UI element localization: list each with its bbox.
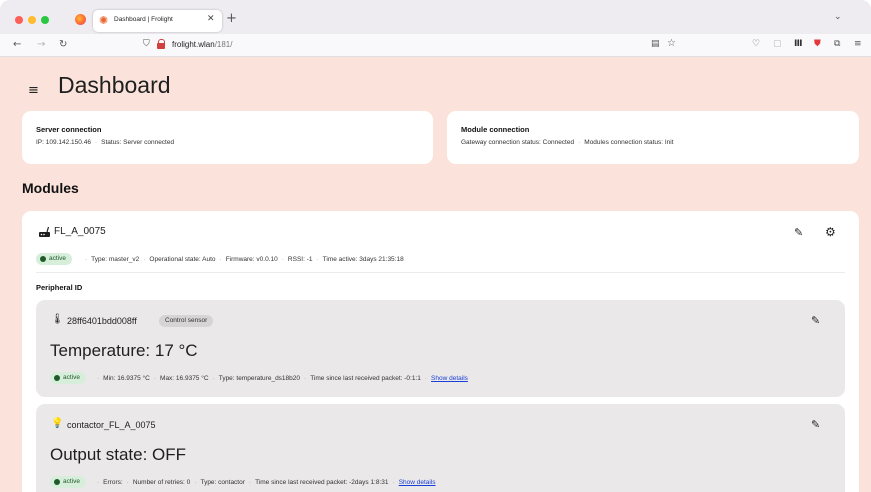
separator-dot: · bbox=[143, 256, 146, 263]
separator-dot: · bbox=[424, 375, 428, 382]
new-tab-button[interactable]: + bbox=[226, 11, 237, 26]
peripheral-edit-pencil-icon[interactable]: ✎ bbox=[811, 419, 820, 430]
frolight-favicon-icon: ✺ bbox=[99, 14, 109, 27]
module-type: Type: master_v2 bbox=[91, 256, 140, 263]
show-details-link[interactable]: Show details bbox=[399, 479, 436, 486]
separator-dot: · bbox=[194, 479, 197, 486]
separator-dot: · bbox=[304, 375, 307, 382]
peripheral-status-badge: active bbox=[50, 476, 86, 488]
peripheral-max: Max: 16.9375 °C bbox=[160, 375, 209, 382]
peripheral-meta-line: · Min: 16.9375 °C · Max: 16.9375 °C · Type: t… bbox=[93, 375, 468, 382]
tracking-protection-shield-icon[interactable]: ⛉ bbox=[143, 39, 150, 49]
hamburger-menu-icon[interactable]: ≡ bbox=[28, 84, 39, 97]
peripheral-card-temperature: 🌡 28ff6401bdd008ff Control sensor ✎ Temp… bbox=[36, 300, 845, 397]
back-button[interactable]: ← bbox=[13, 39, 21, 50]
close-window-button[interactable] bbox=[15, 16, 23, 24]
modules-status: Modules connection status: Init bbox=[584, 139, 674, 146]
tab-close-icon[interactable]: ✕ bbox=[207, 14, 215, 24]
separator-dot: · bbox=[97, 375, 100, 382]
app-menu-hamburger-icon[interactable]: ≡ bbox=[854, 39, 862, 49]
peripheral-value: Output state: OFF bbox=[50, 445, 187, 464]
module-connection-details: Gateway connection status: Connected · Mod… bbox=[461, 139, 674, 146]
peripheral-status-badge: active bbox=[50, 372, 86, 384]
module-status-badge: active bbox=[36, 253, 72, 265]
extension-box-icon[interactable]: ▢ bbox=[773, 39, 782, 49]
separator-dot: · bbox=[316, 256, 319, 263]
module-name: FL_A_0075 bbox=[54, 226, 106, 237]
peripheral-name: contactor_FL_A_0075 bbox=[67, 420, 156, 430]
tab-list-chevron-down-icon[interactable]: ⌄ bbox=[834, 12, 842, 22]
module-operational-state: Operational state: Auto bbox=[149, 256, 216, 263]
modules-section-title: Modules bbox=[22, 180, 79, 196]
minimize-window-button[interactable] bbox=[28, 16, 36, 24]
maximize-window-button[interactable] bbox=[41, 16, 49, 24]
separator-dot: · bbox=[94, 139, 98, 146]
server-ip: IP: 109.142.150.46 bbox=[36, 139, 91, 146]
separator-dot: · bbox=[219, 256, 222, 263]
gateway-status: Gateway connection status: Connected bbox=[461, 139, 575, 146]
peripheral-retries: Number of retries: 0 bbox=[132, 479, 191, 486]
separator-dot: · bbox=[126, 479, 129, 486]
navigation-toolbar: ← → ↻ ⛉ frolight.wlan/181/ ▤ ☆ ♡ ▢ Ⅲ ⛊ ⧉… bbox=[0, 34, 871, 57]
separator-dot: · bbox=[578, 139, 581, 146]
module-rssi: RSSI: -1 bbox=[287, 256, 313, 263]
peripheral-min: Min: 16.9375 °C bbox=[103, 375, 150, 382]
pocket-icon[interactable]: ♡ bbox=[752, 39, 760, 49]
module-connection-card: Module connection Gateway connection sta… bbox=[447, 111, 859, 164]
peripheral-type: Type: temperature_ds18b20 bbox=[218, 375, 301, 382]
server-connection-card: Server connection IP: 109.142.150.46 · Sta… bbox=[22, 111, 433, 164]
separator-dot: · bbox=[97, 479, 100, 486]
router-icon bbox=[39, 226, 50, 237]
control-sensor-chip: Control sensor bbox=[159, 315, 214, 327]
peripheral-value: Temperature: 17 °C bbox=[50, 341, 198, 360]
reader-view-icon[interactable]: ▤ bbox=[651, 39, 660, 49]
browser-tab-active[interactable]: ✺ Dashboard | Frolight ✕ bbox=[93, 10, 222, 32]
module-edit-pencil-icon[interactable]: ✎ bbox=[794, 227, 803, 238]
module-firmware: Firmware: v0.0.10 bbox=[225, 256, 278, 263]
separator-dot: · bbox=[248, 479, 252, 486]
peripheral-card-contactor: 💡 contactor_FL_A_0075 ✎ Output state: OF… bbox=[36, 404, 845, 492]
show-details-link[interactable]: Show details bbox=[431, 375, 468, 382]
separator-dot: · bbox=[212, 375, 215, 382]
browser-window: ✺ Dashboard | Frolight ✕ + ⌄ ← → ↻ ⛉ fro… bbox=[0, 0, 871, 492]
thermometer-icon: 🌡 bbox=[51, 314, 64, 325]
divider bbox=[36, 272, 845, 273]
server-connection-details: IP: 109.142.150.46 · Status: Server connec… bbox=[36, 139, 174, 146]
lightbulb-icon: 💡 bbox=[51, 418, 64, 429]
server-status: Status: Server connected bbox=[101, 139, 175, 146]
server-connection-title: Server connection bbox=[36, 125, 102, 134]
bookmark-star-icon[interactable]: ☆ bbox=[667, 38, 676, 49]
page-title: Dashboard bbox=[58, 72, 171, 98]
module-meta-line: · Type: master_v2 · Operational state: Auto… bbox=[81, 256, 404, 263]
peripheral-edit-pencil-icon[interactable]: ✎ bbox=[811, 315, 820, 326]
separator-dot: · bbox=[85, 256, 88, 263]
peripheral-type: Type: contactor bbox=[200, 479, 245, 486]
module-connection-title: Module connection bbox=[461, 125, 530, 134]
extensions-puzzle-icon[interactable]: ⧉ bbox=[834, 39, 840, 49]
peripheral-id-label: Peripheral ID bbox=[36, 283, 83, 292]
tab-bar: ✺ Dashboard | Frolight ✕ + ⌄ bbox=[0, 0, 871, 34]
forward-button[interactable]: → bbox=[37, 39, 45, 50]
ublock-shield-icon[interactable]: ⛊ bbox=[814, 39, 821, 49]
insecure-lock-icon[interactable] bbox=[157, 39, 165, 49]
module-settings-gear-icon[interactable]: ⚙ bbox=[825, 226, 836, 238]
library-icon[interactable]: Ⅲ bbox=[794, 39, 803, 49]
peripheral-errors: Errors: bbox=[103, 479, 123, 486]
url-host: frolight.wlan bbox=[172, 40, 215, 49]
peripheral-last-packet: Time since last received packet: -0:1:1 bbox=[310, 375, 421, 382]
separator-dot: · bbox=[281, 256, 284, 263]
separator-dot: · bbox=[392, 479, 395, 486]
tab-title: Dashboard | Frolight bbox=[114, 16, 173, 23]
separator-dot: · bbox=[153, 375, 157, 382]
peripheral-name: 28ff6401bdd008ff bbox=[67, 316, 137, 326]
reload-button[interactable]: ↻ bbox=[59, 39, 67, 50]
url-bar[interactable]: frolight.wlan/181/ bbox=[172, 40, 232, 49]
url-path: /181/ bbox=[214, 40, 233, 49]
peripheral-last-packet: Time since last received packet: -2days … bbox=[255, 479, 389, 486]
peripheral-meta-line: · Errors: · Number of retries: 0 · Type: cont… bbox=[93, 479, 436, 486]
firefox-view-icon[interactable] bbox=[75, 14, 86, 25]
module-time-active: Time active: 3days 21:35:18 bbox=[322, 256, 404, 263]
